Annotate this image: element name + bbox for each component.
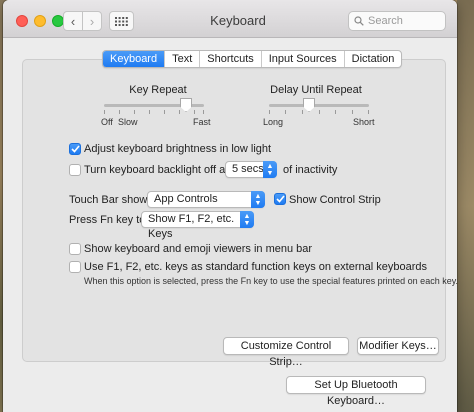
touch-bar-value: App Controls: [154, 193, 218, 205]
fn-key-popup[interactable]: Show F1, F2, etc. Keys ▲ ▼: [141, 211, 254, 240]
chevron-left-icon: ‹: [70, 13, 76, 29]
key-repeat-tick: [194, 110, 195, 114]
search-field[interactable]: [348, 11, 446, 31]
key-repeat-tick: [179, 110, 180, 114]
delay-short-label: Short: [353, 117, 375, 127]
delay-repeat-tick: [302, 110, 303, 114]
minimize-button[interactable]: [34, 15, 46, 27]
key-repeat-label: Key Repeat: [129, 84, 187, 96]
forward-button[interactable]: ›: [82, 11, 102, 31]
control-strip-label: Show Control Strip: [289, 194, 381, 206]
fn-key-value: Show F1, F2, etc. Keys: [148, 213, 235, 240]
bluetooth-keyboard-button[interactable]: Set Up Bluetooth Keyboard…: [286, 376, 426, 407]
backlight-off-checkbox[interactable]: [69, 164, 81, 176]
key-repeat-tick: [134, 110, 135, 114]
delay-repeat-tick: [319, 110, 320, 114]
back-button[interactable]: ‹: [63, 11, 83, 31]
delay-repeat-track[interactable]: [269, 104, 369, 107]
modifier-keys-button[interactable]: Modifier Keys…: [357, 337, 439, 355]
backlight-off-label: Turn keyboard backlight off after: [84, 164, 242, 176]
updown-chevron-icon: ▲ ▼: [251, 191, 265, 208]
search-input[interactable]: [368, 15, 438, 27]
show-all-button[interactable]: [109, 11, 134, 31]
backlight-timeout-value: 5 secs: [232, 163, 264, 175]
delay-repeat-tick: [368, 110, 369, 114]
key-repeat-tick: [203, 110, 204, 114]
delay-repeat-tick: [352, 110, 353, 114]
key-repeat-tick: [119, 110, 120, 114]
fn-key-label: Press Fn key to: [69, 214, 146, 226]
delay-repeat-tick: [269, 110, 270, 114]
control-strip-checkbox[interactable]: [274, 193, 286, 205]
backlight-timeout-popup[interactable]: 5 secs ▲ ▼: [225, 161, 277, 178]
backlight-off-suffix: of inactivity: [283, 164, 338, 176]
delay-repeat-label: Delay Until Repeat: [270, 84, 362, 96]
delay-repeat-tick: [335, 110, 336, 114]
delay-repeat-tick: [285, 110, 286, 114]
checkmark-icon: [275, 195, 285, 203]
desktop-background: [457, 0, 474, 412]
use-fkeys-checkbox[interactable]: [69, 261, 81, 273]
window-title: Keyboard: [210, 13, 266, 28]
adjust-brightness-label: Adjust keyboard brightness in low light: [84, 143, 272, 155]
key-repeat-tick: [149, 110, 150, 114]
search-icon: [354, 16, 364, 26]
tab-dictation[interactable]: Dictation: [345, 51, 402, 67]
close-button[interactable]: [16, 15, 28, 27]
use-fkeys-label: Use F1, F2, etc. keys as standard functi…: [84, 261, 428, 273]
tab-shortcuts[interactable]: Shortcuts: [200, 51, 262, 67]
updown-chevron-icon: ▲ ▼: [263, 161, 277, 178]
adjust-brightness-checkbox[interactable]: [69, 143, 81, 155]
updown-chevron-icon: ▲ ▼: [240, 211, 254, 228]
title-bar: ‹ › Keyboard: [3, 0, 457, 38]
show-viewers-checkbox[interactable]: [69, 243, 81, 255]
tab-text[interactable]: Text: [165, 51, 201, 67]
key-repeat-slow-label: Slow: [118, 117, 138, 127]
key-repeat-thumb[interactable]: [180, 98, 192, 112]
use-fkeys-note: When this option is selected, press the …: [84, 276, 457, 286]
key-repeat-off-label: Off: [101, 117, 113, 127]
keyboard-panel: Key Repeat Off Slow Fast Delay Until Rep…: [22, 59, 457, 368]
key-repeat-fast-label: Fast: [193, 117, 211, 127]
tab-input-sources[interactable]: Input Sources: [262, 51, 345, 67]
checkmark-icon: [70, 145, 80, 153]
delay-long-label: Long: [263, 117, 284, 127]
show-viewers-label: Show keyboard and emoji viewers in menu …: [84, 243, 313, 255]
touch-bar-popup[interactable]: App Controls ▲ ▼: [147, 191, 265, 208]
delay-repeat-thumb[interactable]: [303, 98, 315, 112]
customize-control-strip-button[interactable]: Customize Control Strip…: [223, 337, 349, 368]
key-repeat-tick: [164, 110, 165, 114]
grid-icon: [115, 16, 128, 26]
tab-bar: Keyboard Text Shortcuts Input Sources Di…: [102, 50, 403, 68]
touch-bar-label: Touch Bar shows: [69, 194, 153, 206]
chevron-right-icon: ›: [89, 13, 95, 29]
tab-keyboard[interactable]: Keyboard: [103, 51, 166, 67]
key-repeat-tick: [104, 110, 105, 114]
preferences-window: ‹ › Keyboard Keyboard Text Sho: [3, 0, 457, 412]
